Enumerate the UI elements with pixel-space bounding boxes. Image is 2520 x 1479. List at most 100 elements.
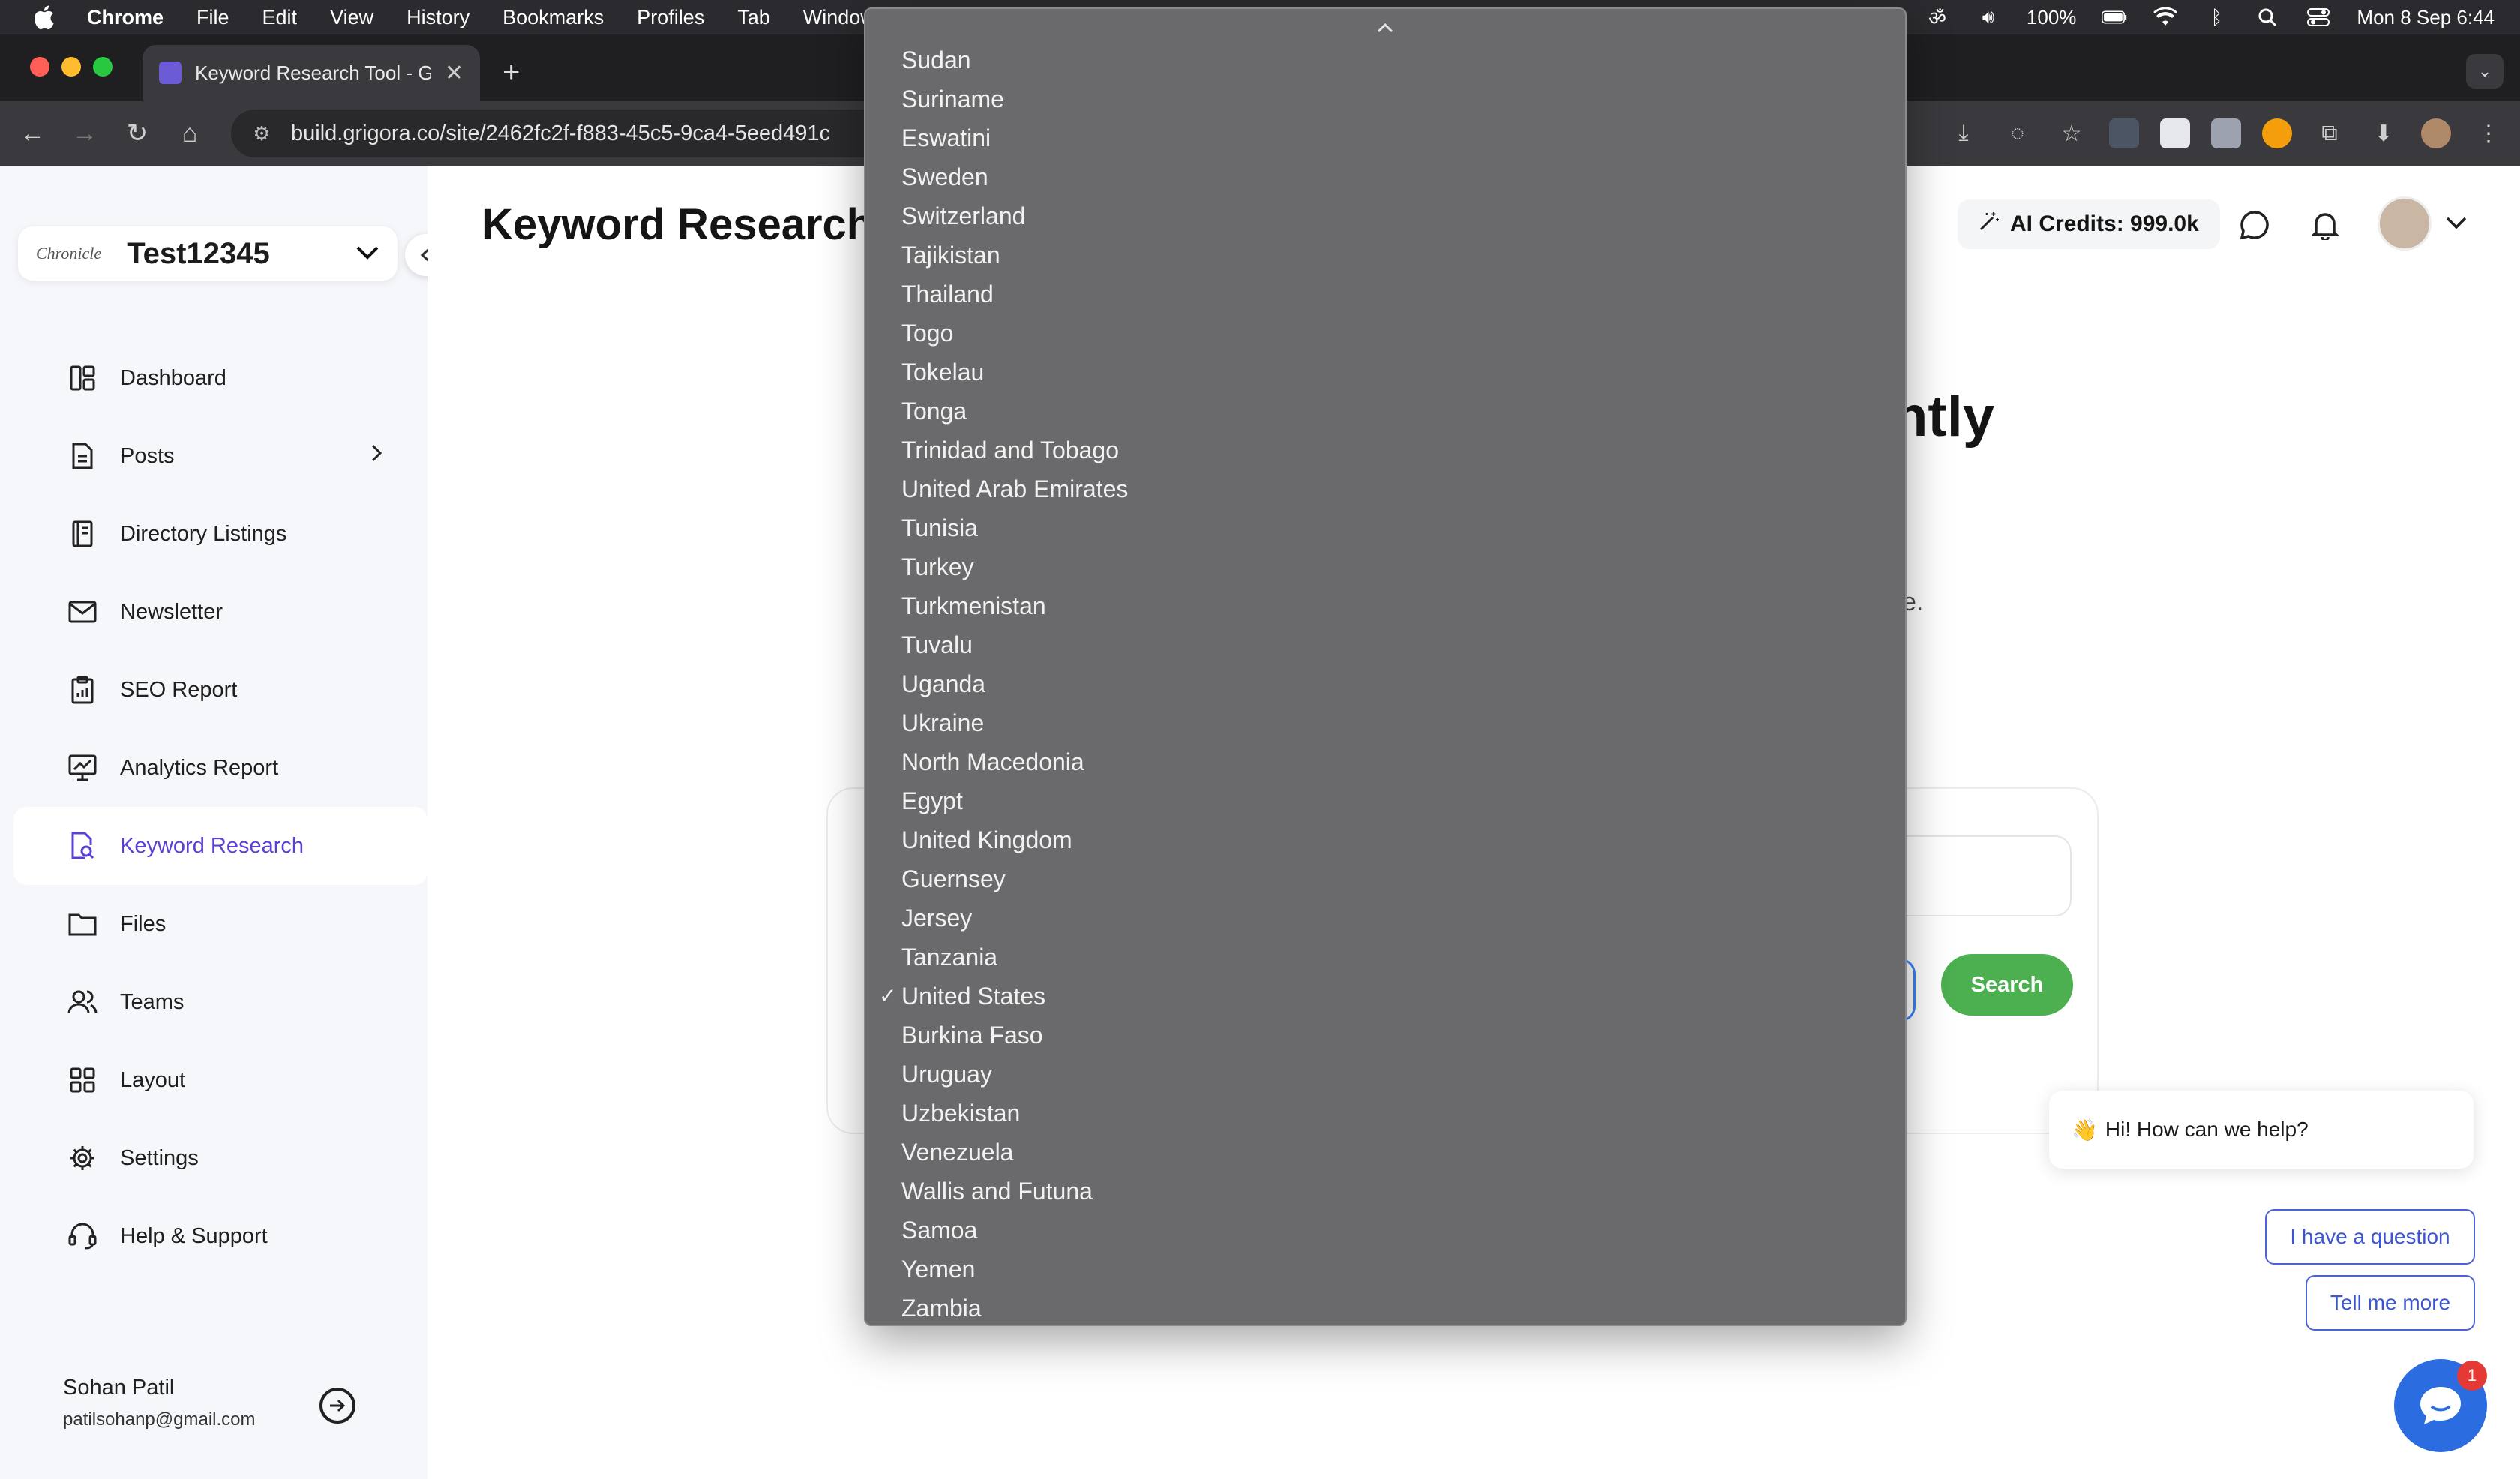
country-option[interactable]: Uzbekistan	[866, 1094, 1905, 1132]
chat-option-question-button[interactable]: I have a question	[2265, 1209, 2475, 1264]
scroll-up-arrow-icon[interactable]	[866, 15, 1905, 38]
search-button[interactable]: Search	[1941, 954, 2073, 1016]
tab-search-chevron-icon[interactable]: ⌄	[2466, 54, 2504, 88]
user-avatar[interactable]	[2378, 196, 2432, 250]
volume-icon[interactable]: 🔊︎	[1976, 5, 2001, 28]
country-option[interactable]: Suriname	[866, 80, 1905, 118]
profile-avatar-icon[interactable]	[2421, 118, 2451, 148]
country-option[interactable]: Jersey	[866, 898, 1905, 938]
spotlight-search-icon[interactable]	[2254, 8, 2280, 27]
menu-history[interactable]: History	[406, 6, 470, 29]
menu-app-name[interactable]: Chrome	[87, 6, 164, 29]
menu-edit[interactable]: Edit	[262, 6, 298, 29]
sidebar-item-newsletter[interactable]: Newsletter	[14, 573, 428, 651]
notification-bell-icon[interactable]	[2306, 206, 2344, 244]
logout-icon[interactable]	[320, 1388, 356, 1424]
country-option[interactable]: Ukraine	[866, 704, 1905, 742]
bookmark-star-icon[interactable]: ☆	[2055, 117, 2088, 150]
country-option[interactable]: Tajikistan	[866, 236, 1905, 274]
chat-message-icon[interactable]	[2235, 206, 2274, 244]
minimize-window-button[interactable]	[62, 57, 81, 76]
forward-arrow-icon[interactable]: →	[58, 111, 111, 156]
reload-icon[interactable]: ↻	[111, 111, 164, 156]
control-center-icon[interactable]	[2306, 8, 2331, 27]
close-window-button[interactable]	[30, 57, 50, 76]
country-option[interactable]: Thailand	[866, 274, 1905, 314]
wifi-icon[interactable]	[2152, 8, 2178, 27]
install-app-icon[interactable]: ⤓	[1947, 117, 1980, 150]
country-option[interactable]: Wallis and Futuna	[866, 1172, 1905, 1210]
country-option[interactable]: Yemen	[866, 1250, 1905, 1288]
new-tab-icon[interactable]: +	[502, 57, 520, 87]
extension-icon-1[interactable]	[2109, 118, 2139, 148]
sidebar-item-layout[interactable]: Layout	[14, 1041, 428, 1119]
country-option[interactable]: Switzerland	[866, 196, 1905, 236]
home-icon[interactable]: ⌂	[164, 111, 216, 156]
site-info-icon[interactable]: ⚙	[249, 121, 274, 146]
country-option[interactable]: Eswatini	[866, 118, 1905, 158]
country-option[interactable]: Guernsey	[866, 860, 1905, 898]
sidebar-item-teams[interactable]: Teams	[14, 963, 428, 1041]
user-email: patilsohanp@gmail.com	[63, 1409, 256, 1430]
page-title: Keyword Research	[482, 200, 874, 249]
menu-file[interactable]: File	[196, 6, 230, 29]
chrome-menu-icon[interactable]: ⋮	[2472, 117, 2505, 150]
menu-tab[interactable]: Tab	[737, 6, 770, 29]
country-option[interactable]: Trinidad and Tobago	[866, 430, 1905, 470]
country-option[interactable]: Turkmenistan	[866, 586, 1905, 626]
tracking-protection-eye-icon[interactable]: ◌	[2001, 117, 2034, 150]
sidebar-item-seo-report[interactable]: SEO Report	[14, 651, 428, 729]
menu-view[interactable]: View	[330, 6, 374, 29]
browser-tab-active[interactable]: Keyword Research Tool - Grig ✕	[142, 45, 480, 100]
country-option[interactable]: North Macedonia	[866, 742, 1905, 782]
bluetooth-icon[interactable]: ᛒ	[2204, 6, 2229, 28]
camera-extension-icon[interactable]	[2211, 118, 2241, 148]
input-source-icon[interactable]: ॐ	[1924, 7, 1950, 29]
country-option[interactable]: United Kingdom	[866, 820, 1905, 860]
sidebar-item-keyword-research[interactable]: Keyword Research	[14, 807, 428, 885]
country-option[interactable]: Tokelau	[866, 352, 1905, 392]
country-option[interactable]: Zambia	[866, 1288, 1905, 1324]
country-option[interactable]: Sudan	[866, 40, 1905, 80]
country-option[interactable]: Tanzania	[866, 938, 1905, 976]
country-option[interactable]: Egypt	[866, 782, 1905, 820]
extensions-puzzle-icon[interactable]: ⧉	[2313, 117, 2346, 150]
country-option[interactable]: Togo	[866, 314, 1905, 352]
battery-icon[interactable]	[2102, 8, 2127, 27]
menu-profiles[interactable]: Profiles	[637, 6, 704, 29]
chat-option-tell-more-button[interactable]: Tell me more	[2306, 1275, 2475, 1330]
country-option[interactable]: Sweden	[866, 158, 1905, 196]
downloads-icon[interactable]: ⬇	[2367, 117, 2400, 150]
sidebar-item-posts[interactable]: Posts	[14, 417, 428, 495]
chevron-down-icon[interactable]	[2445, 210, 2468, 236]
country-option[interactable]: Tuvalu	[866, 626, 1905, 664]
apple-icon[interactable]	[26, 4, 62, 30]
menu-bookmarks[interactable]: Bookmarks	[502, 6, 604, 29]
country-option[interactable]: Samoa	[866, 1210, 1905, 1250]
sidebar-item-directory-listings[interactable]: Directory Listings	[14, 495, 428, 573]
country-dropdown-list[interactable]: Sudan Suriname Eswatini Sweden Switzerland Ta…	[864, 8, 1906, 1326]
extension-icon-2[interactable]	[2160, 118, 2190, 148]
menubar-clock[interactable]: Mon 8 Sep 6:44	[2356, 6, 2494, 29]
site-switcher[interactable]: Chronicle Test12345	[18, 226, 398, 280]
country-option[interactable]: Uganda	[866, 664, 1905, 704]
country-option[interactable]: Uruguay	[866, 1054, 1905, 1094]
sidebar-item-settings[interactable]: Settings	[14, 1119, 428, 1197]
country-option[interactable]: Burkina Faso	[866, 1016, 1905, 1054]
country-option[interactable]: United Arab Emirates	[866, 470, 1905, 508]
extension-icon-3[interactable]	[2262, 118, 2292, 148]
country-option[interactable]: ✓ United States	[866, 976, 1905, 1016]
sidebar-item-analytics-report[interactable]: Analytics Report	[14, 729, 428, 807]
country-option[interactable]: Tonga	[866, 392, 1905, 430]
close-tab-icon[interactable]: ✕	[445, 60, 464, 86]
sidebar-item-help-support[interactable]: Help & Support	[14, 1197, 428, 1275]
sidebar-item-dashboard[interactable]: Dashboard	[14, 339, 428, 417]
country-option-label: Uruguay	[902, 1060, 992, 1088]
country-option[interactable]: Tunisia	[866, 508, 1905, 548]
ai-credits-badge[interactable]: AI Credits: 999.0k	[1958, 200, 2220, 249]
back-arrow-icon[interactable]: ←	[6, 111, 58, 156]
country-option[interactable]: Turkey	[866, 548, 1905, 586]
zoom-window-button[interactable]	[93, 57, 112, 76]
country-option[interactable]: Venezuela	[866, 1132, 1905, 1172]
sidebar-item-files[interactable]: Files	[14, 885, 428, 963]
